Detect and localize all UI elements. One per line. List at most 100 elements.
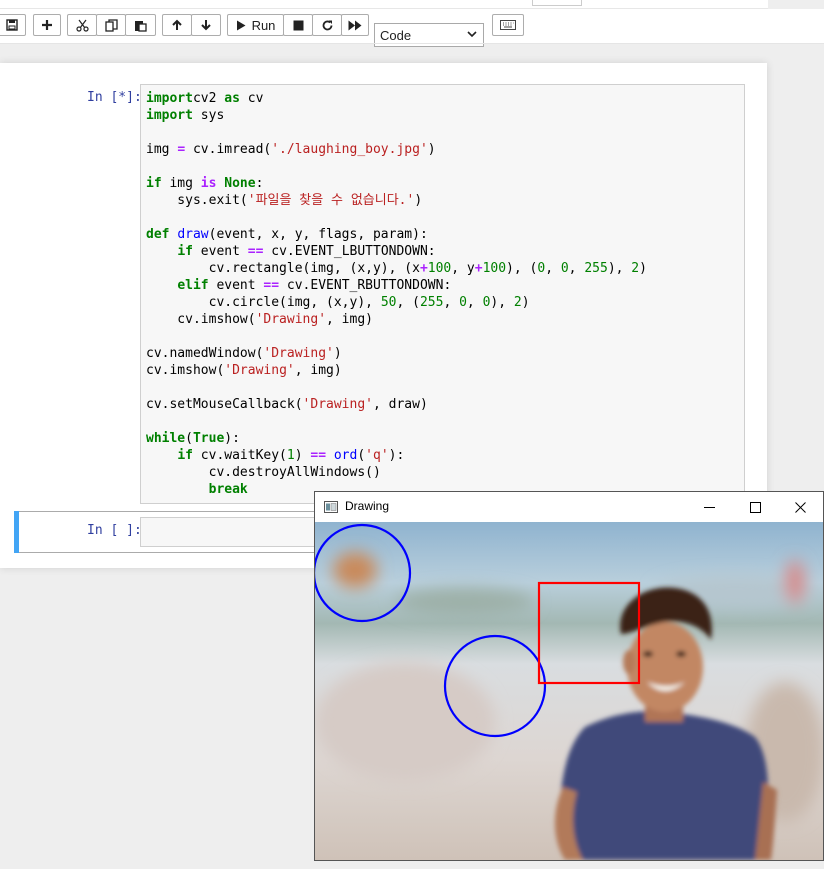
code-token: = bbox=[177, 142, 186, 157]
code-line: cv.imshow('Drawing', img) bbox=[146, 311, 647, 328]
code-token: ), bbox=[607, 261, 632, 276]
code-line: importcv2 as cv bbox=[146, 90, 647, 107]
code-token: cv bbox=[239, 91, 264, 106]
paste-button[interactable] bbox=[125, 14, 156, 36]
close-icon bbox=[794, 501, 806, 513]
code-line: cv.imshow('Drawing', img) bbox=[146, 362, 647, 379]
code-token: cv.destroyAllWindows() bbox=[146, 465, 381, 480]
arrow-down-icon bbox=[201, 20, 211, 31]
arrow-up-icon bbox=[172, 19, 182, 30]
code-token: ), bbox=[490, 295, 514, 310]
cell-type-value: Code bbox=[380, 27, 412, 43]
code-line: cv.destroyAllWindows() bbox=[146, 464, 647, 481]
code-token: break bbox=[208, 482, 248, 497]
interrupt-kernel-button[interactable] bbox=[283, 14, 313, 36]
code-line: while(True): bbox=[146, 430, 647, 447]
cell-2-prompt: In [ ]: bbox=[87, 523, 142, 538]
code-token: 1 bbox=[286, 448, 295, 463]
code-line: def draw(event, x, y, flags, param): bbox=[146, 226, 647, 243]
code-token: , bbox=[568, 261, 585, 276]
code-token: 0 bbox=[560, 261, 569, 276]
code-token: elif bbox=[177, 278, 209, 293]
kernel-indicator bbox=[532, 0, 582, 6]
cell-1-code-editor[interactable]: importcv2 as cv import sys img = cv.imread… bbox=[140, 84, 745, 504]
code-token: cv.circle(img, (x,y), bbox=[146, 295, 381, 310]
save-icon bbox=[6, 19, 18, 31]
toolbar-divider bbox=[0, 43, 824, 44]
code-token: cv2 bbox=[192, 91, 225, 106]
plus-icon bbox=[42, 20, 52, 30]
cut-button[interactable] bbox=[67, 14, 97, 36]
code-token: , img) bbox=[294, 363, 342, 378]
code-token: ): bbox=[224, 431, 240, 446]
command-palette-button[interactable] bbox=[492, 14, 524, 36]
code-token: == bbox=[310, 448, 327, 463]
code-line: cv.rectangle(img, (x,y), (x+100, y+100),… bbox=[146, 260, 647, 277]
code-token: ) bbox=[294, 448, 311, 463]
code-token: 2 bbox=[631, 261, 640, 276]
opencv-drawing-window[interactable]: Drawing bbox=[314, 491, 824, 861]
code-token: 255 bbox=[419, 295, 444, 310]
code-token: ) bbox=[521, 295, 530, 310]
drawing-canvas[interactable] bbox=[315, 522, 823, 860]
move-up-button[interactable] bbox=[162, 14, 192, 36]
keyboard-icon bbox=[500, 20, 516, 30]
save-button[interactable] bbox=[0, 14, 26, 36]
code-token: ), ( bbox=[506, 261, 538, 276]
code-token: if bbox=[177, 244, 193, 259]
run-button[interactable]: Run bbox=[227, 14, 284, 36]
code-token: (event, x, y, flags, param): bbox=[208, 227, 428, 242]
code-token: + bbox=[419, 261, 428, 276]
code-token: img bbox=[146, 142, 178, 157]
code-token: event bbox=[192, 244, 248, 259]
code-token: , draw) bbox=[373, 397, 428, 412]
code-token: 0 bbox=[459, 295, 467, 310]
code-token: , bbox=[443, 295, 460, 310]
minimize-icon bbox=[703, 506, 715, 508]
code-token: 0 bbox=[537, 261, 546, 276]
code-token: cv.imshow( bbox=[146, 312, 256, 327]
code-token: None bbox=[224, 176, 256, 191]
copy-button[interactable] bbox=[96, 14, 126, 36]
code-token: , bbox=[466, 295, 483, 310]
code-token: img bbox=[161, 176, 201, 191]
code-token: ( bbox=[185, 431, 193, 446]
code-token: True bbox=[192, 431, 225, 446]
stop-icon bbox=[293, 20, 303, 30]
close-button[interactable] bbox=[777, 492, 823, 522]
restart-kernel-button[interactable] bbox=[312, 14, 342, 36]
code-token: ord bbox=[333, 448, 358, 463]
code-token: cv.setMouseCallback( bbox=[146, 397, 303, 412]
window-title: Drawing bbox=[345, 499, 390, 513]
code-token: cv.EVENT_RBUTTONDOWN: bbox=[279, 278, 452, 293]
code-line: import sys bbox=[146, 107, 647, 124]
restart-run-all-button[interactable] bbox=[341, 14, 369, 36]
code-token: , y bbox=[451, 261, 475, 276]
move-down-button[interactable] bbox=[191, 14, 221, 36]
code-line: if cv.waitKey(1) == ord('q'): bbox=[146, 447, 647, 464]
code-token: 'Drawing' bbox=[255, 312, 327, 327]
code-token: 'Drawing' bbox=[263, 346, 334, 361]
code-token: if bbox=[146, 176, 162, 191]
code-token: 255 bbox=[584, 261, 608, 276]
maximize-icon bbox=[749, 501, 761, 513]
insert-cell-button[interactable] bbox=[33, 14, 61, 36]
window-titlebar[interactable]: Drawing bbox=[315, 492, 823, 522]
code-token: , img) bbox=[326, 312, 373, 327]
maximize-button[interactable] bbox=[732, 492, 778, 522]
code-token: 100 bbox=[482, 261, 507, 276]
code-token: cv.waitKey( bbox=[192, 448, 287, 463]
laughing-boy-photo bbox=[315, 522, 823, 860]
copy-icon bbox=[104, 18, 118, 32]
code-token: import bbox=[146, 108, 193, 123]
code-token: ) bbox=[427, 142, 436, 157]
code-token: if bbox=[177, 448, 193, 463]
minimize-button[interactable] bbox=[686, 492, 732, 522]
